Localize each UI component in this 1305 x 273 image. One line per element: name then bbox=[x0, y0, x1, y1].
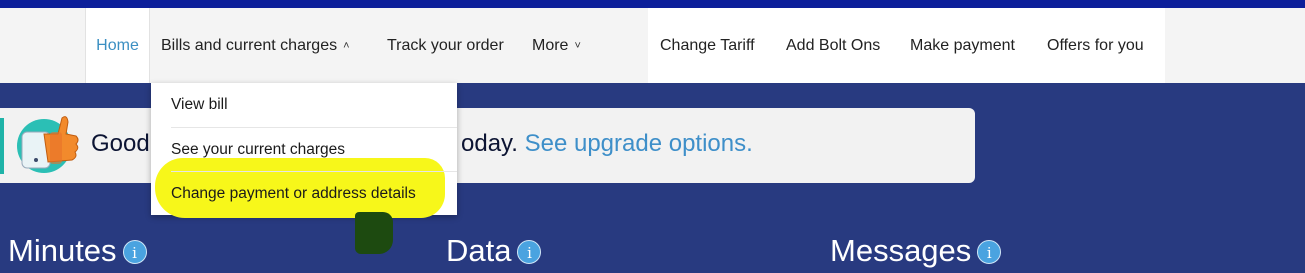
see-upgrade-options-link[interactable]: See upgrade options. bbox=[525, 130, 753, 157]
info-icon[interactable]: i bbox=[122, 240, 147, 264]
banner-text-mid: oday. bbox=[461, 130, 518, 157]
banner-message-tail: oday. See upgrade options. bbox=[461, 130, 753, 158]
navbar-left-space bbox=[0, 8, 85, 83]
scribble-mark bbox=[355, 212, 393, 254]
nav-more-label: More bbox=[532, 36, 569, 54]
data-heading: Data i bbox=[446, 233, 542, 269]
nav-make-payment-link[interactable]: Make payment bbox=[910, 8, 1015, 83]
chevron-down-icon: ˅ bbox=[574, 39, 581, 52]
minutes-heading: Minutes i bbox=[8, 233, 147, 269]
nav-add-bolt-ons-link[interactable]: Add Bolt Ons bbox=[786, 8, 880, 83]
minutes-label: Minutes bbox=[8, 233, 117, 268]
top-brand-strip bbox=[0, 0, 1305, 8]
banner-message: Good bbox=[91, 130, 150, 158]
nav-bills-menu[interactable]: Bills and current charges ˄ bbox=[161, 8, 350, 83]
nav-home-link[interactable]: Home bbox=[85, 8, 150, 83]
menu-item-view-bill[interactable]: View bill bbox=[151, 83, 457, 127]
banner-accent-bar bbox=[0, 118, 4, 174]
nav-offers-link[interactable]: Offers for you bbox=[1047, 8, 1144, 83]
info-icon[interactable]: i bbox=[977, 240, 1002, 264]
navbar-right-space bbox=[1165, 8, 1305, 83]
messages-heading: Messages i bbox=[830, 233, 1002, 269]
nav-track-order-link[interactable]: Track your order bbox=[387, 8, 504, 83]
data-label: Data bbox=[446, 233, 512, 268]
menu-item-change-payment-address[interactable]: Change payment or address details bbox=[151, 172, 457, 216]
thumbs-up-phone-icon bbox=[17, 116, 79, 173]
messages-label: Messages bbox=[830, 233, 972, 268]
nav-more-menu[interactable]: More ˅ bbox=[532, 8, 581, 83]
chevron-up-icon: ˄ bbox=[343, 39, 350, 52]
banner-text-lead: Good bbox=[91, 130, 150, 157]
nav-bills-label: Bills and current charges bbox=[161, 36, 338, 54]
nav-change-tariff-link[interactable]: Change Tariff bbox=[660, 8, 755, 83]
menu-item-current-charges[interactable]: See your current charges bbox=[151, 128, 457, 172]
info-icon[interactable]: i bbox=[517, 240, 542, 264]
